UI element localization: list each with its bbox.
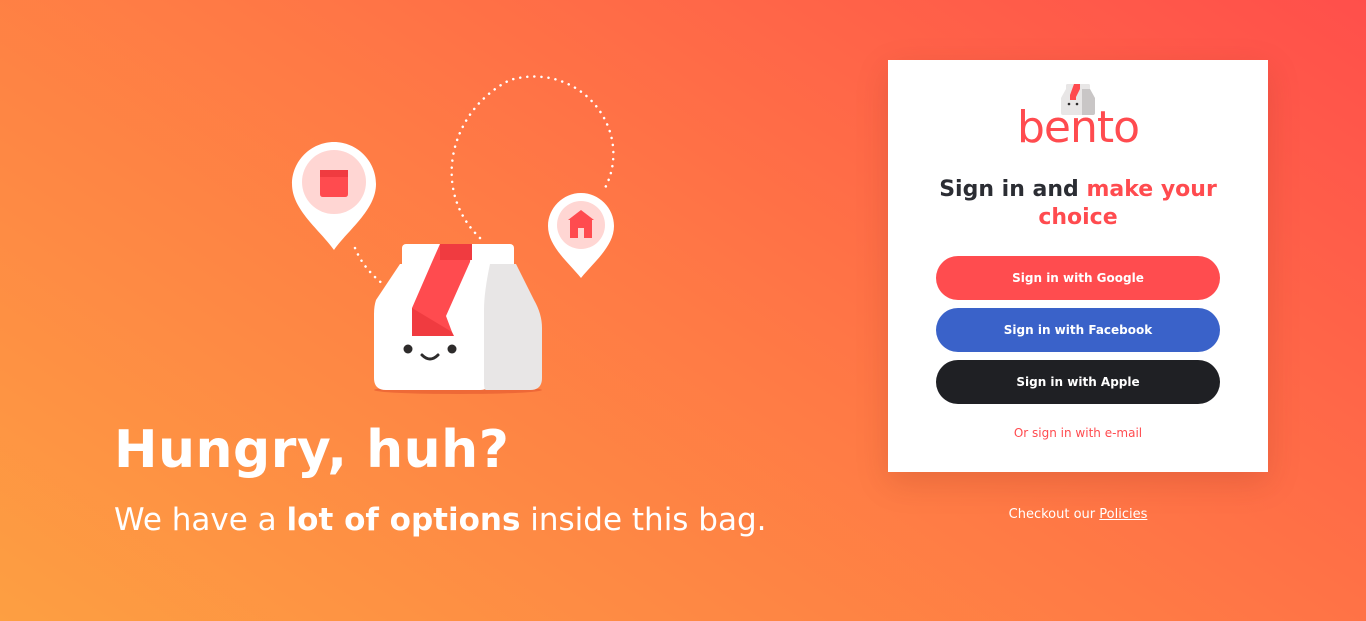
location-pin-icon xyxy=(548,193,614,278)
bag-mascot-icon xyxy=(374,244,542,394)
google-signin-button[interactable]: Sign in with Google xyxy=(936,256,1220,300)
signin-headline: Sign in and make your choice xyxy=(918,176,1238,232)
hero-subtitle: We have a lot of options inside this bag… xyxy=(114,502,767,538)
store-icon xyxy=(320,170,348,197)
hero-subtitle-pre: We have a xyxy=(114,502,287,538)
policies-link[interactable]: Policies xyxy=(1099,507,1147,522)
signin-card: bento Sign in and make your choice Sign … xyxy=(888,60,1268,472)
policies-footer: Checkout our Policies xyxy=(888,507,1268,522)
hero-subtitle-post: inside this bag. xyxy=(520,502,767,538)
apple-signin-button[interactable]: Sign in with Apple xyxy=(936,360,1220,404)
hero-illustration xyxy=(280,70,640,400)
email-signin-link[interactable]: Or sign in with e-mail xyxy=(888,426,1268,440)
facebook-signin-button[interactable]: Sign in with Facebook xyxy=(936,308,1220,352)
location-pin-icon xyxy=(292,142,376,250)
hero-subtitle-bold: lot of options xyxy=(286,502,521,538)
logo-text: bento xyxy=(1016,102,1140,153)
headline-part1: Sign in and xyxy=(939,177,1087,202)
hero-title: Hungry, huh? xyxy=(114,420,510,480)
policies-prefix: Checkout our xyxy=(1008,507,1100,522)
logo: bento xyxy=(888,82,1268,154)
